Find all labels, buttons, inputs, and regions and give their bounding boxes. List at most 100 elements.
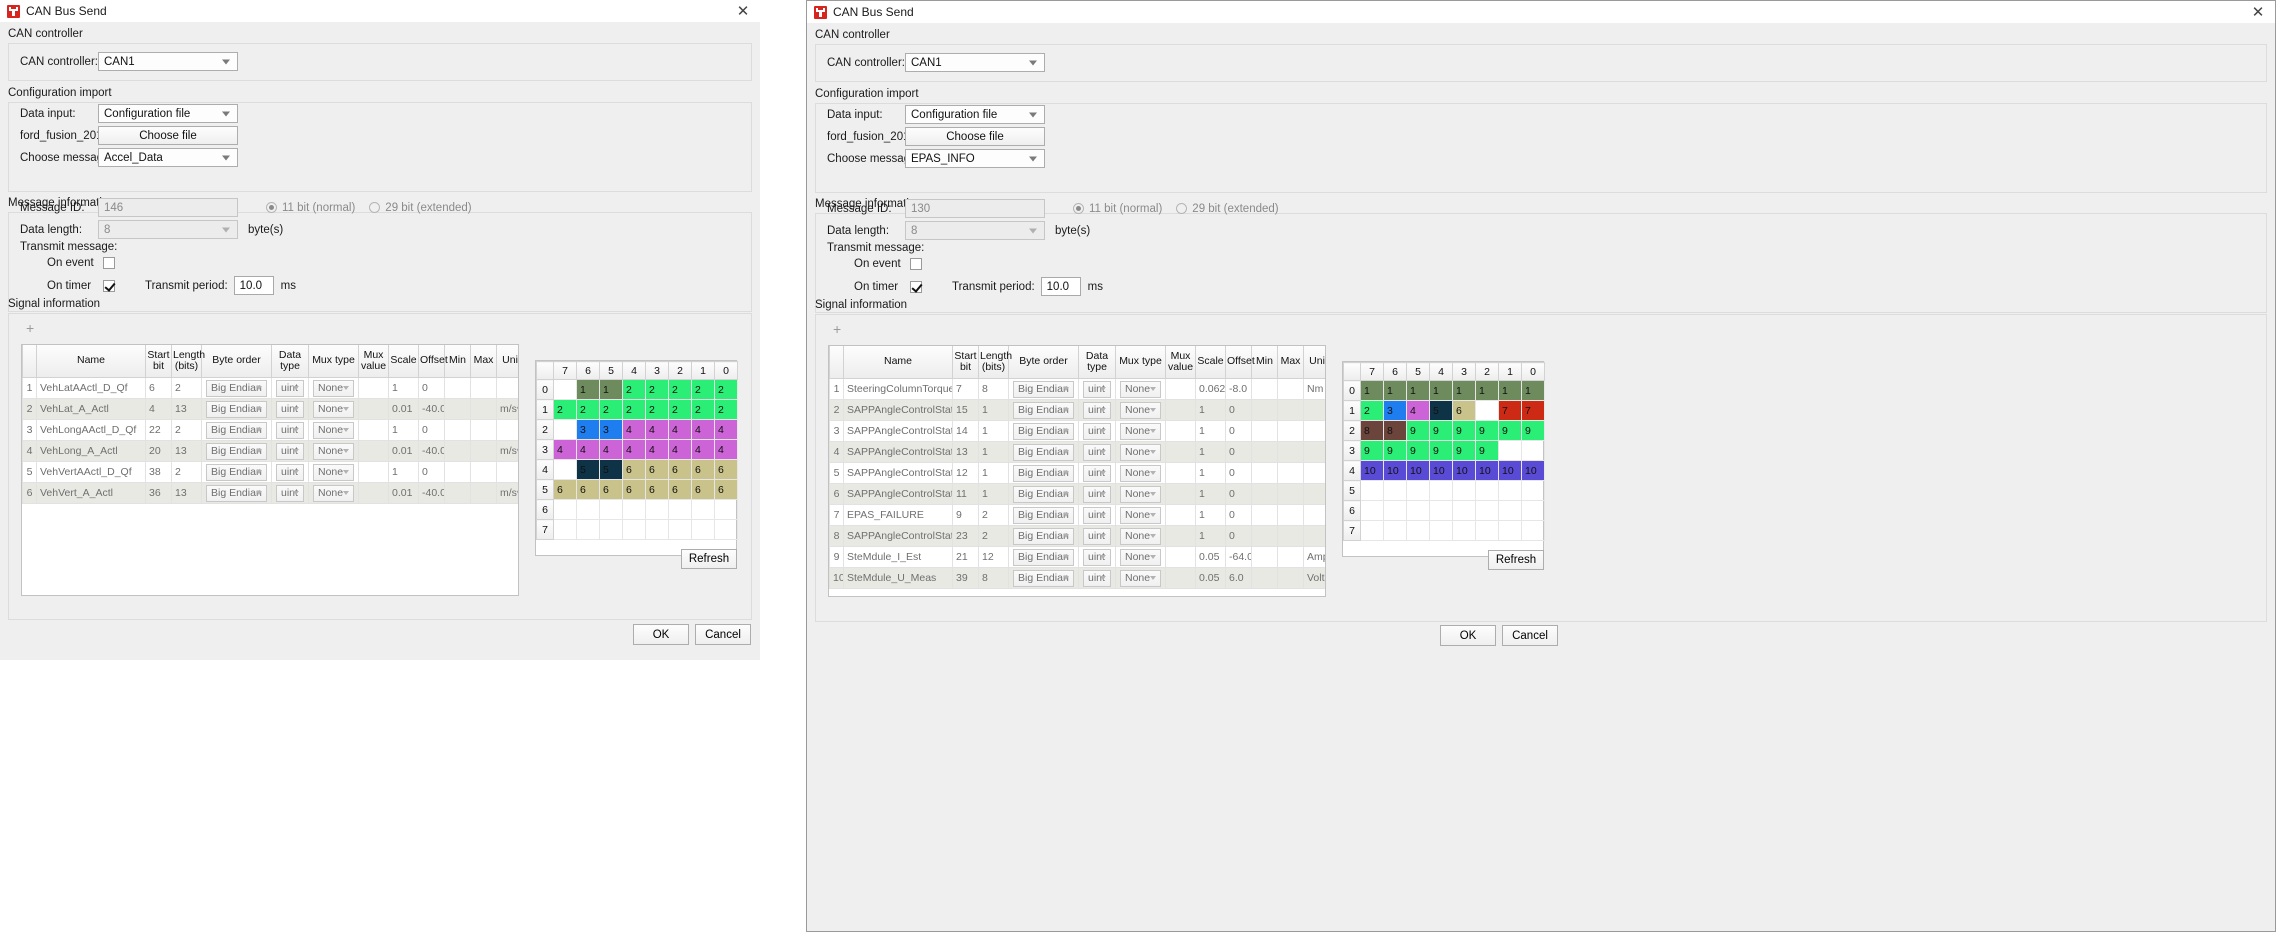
bit-cell[interactable] — [1384, 501, 1407, 521]
bit-cell[interactable]: 8 — [1361, 421, 1384, 441]
bit-cell[interactable]: 6 — [669, 460, 692, 480]
cell-mux-select[interactable]: None — [1116, 379, 1166, 400]
bit-cell[interactable]: 1 — [1361, 381, 1384, 401]
cell-mux-select[interactable]: None — [309, 378, 359, 399]
bit-cell[interactable]: 6 — [692, 480, 715, 500]
column-header[interactable]: Byte order — [202, 345, 272, 378]
bit-cell[interactable] — [1361, 481, 1384, 501]
cell-dtype-select[interactable]: uint — [1079, 421, 1116, 442]
bit-cell[interactable]: 2 — [554, 400, 577, 420]
radio-29-bit[interactable]: 29 bit (extended) — [1176, 203, 1278, 215]
ok-button[interactable]: OK — [633, 624, 689, 645]
bit-cell[interactable] — [577, 520, 600, 540]
select-data-length[interactable]: 8 — [98, 220, 238, 239]
bit-cell[interactable]: 9 — [1430, 421, 1453, 441]
bit-cell[interactable] — [1476, 401, 1499, 421]
column-header[interactable]: Byte order — [1009, 346, 1079, 379]
bit-cell[interactable]: 6 — [715, 460, 738, 480]
bit-cell[interactable]: 6 — [577, 480, 600, 500]
cell-mux-select[interactable]: None — [309, 399, 359, 420]
cell-dtype-select[interactable]: uint — [1079, 568, 1116, 589]
cell-dtype-select[interactable]: uint — [272, 483, 309, 504]
bit-cell[interactable]: 10 — [1430, 461, 1453, 481]
bit-cell[interactable] — [577, 500, 600, 520]
select-data-length[interactable]: 8 — [905, 221, 1045, 240]
cell-mux-select[interactable]: None — [1116, 442, 1166, 463]
column-header[interactable]: Mux value — [1166, 346, 1196, 379]
bit-cell[interactable]: 4 — [646, 440, 669, 460]
cell-dtype-select[interactable]: uint — [272, 441, 309, 462]
bit-cell[interactable]: 2 — [577, 400, 600, 420]
bit-cell[interactable]: 4 — [669, 440, 692, 460]
cancel-button[interactable]: Cancel — [695, 624, 751, 645]
bit-cell[interactable] — [554, 500, 577, 520]
select-data-input[interactable]: Configuration file — [98, 104, 238, 123]
column-header[interactable]: Data type — [272, 345, 309, 378]
bit-cell[interactable]: 6 — [646, 460, 669, 480]
bit-cell[interactable]: 6 — [715, 480, 738, 500]
column-header[interactable]: Unit — [497, 345, 520, 378]
add-signal-icon[interactable]: + — [833, 321, 841, 337]
cell-mux-select[interactable]: None — [1116, 505, 1166, 526]
bit-cell[interactable]: 9 — [1430, 441, 1453, 461]
bit-cell[interactable]: 4 — [669, 420, 692, 440]
cell-order-select[interactable]: Big Endian — [1009, 463, 1079, 484]
bit-cell[interactable] — [1361, 521, 1384, 541]
column-header[interactable]: Name — [844, 346, 953, 379]
bit-cell[interactable] — [669, 520, 692, 540]
bit-cell[interactable] — [1430, 521, 1453, 541]
bit-cell[interactable]: 6 — [600, 480, 623, 500]
bit-cell[interactable]: 4 — [715, 440, 738, 460]
bit-cell[interactable] — [1522, 441, 1545, 461]
bit-cell[interactable] — [554, 380, 577, 400]
bit-cell[interactable] — [715, 500, 738, 520]
bit-cell[interactable]: 5 — [577, 460, 600, 480]
bit-cell[interactable]: 1 — [1430, 381, 1453, 401]
radio-11-bit[interactable]: 11 bit (normal) — [266, 202, 355, 214]
cell-mux-select[interactable]: None — [309, 483, 359, 504]
cell-dtype-select[interactable]: uint — [1079, 463, 1116, 484]
bit-cell[interactable]: 9 — [1453, 441, 1476, 461]
bit-cell[interactable]: 2 — [623, 400, 646, 420]
cell-dtype-select[interactable]: uint — [272, 378, 309, 399]
bit-cell[interactable]: 10 — [1453, 461, 1476, 481]
cell-order-select[interactable]: Big Endian — [1009, 568, 1079, 589]
select-data-input[interactable]: Configuration file — [905, 105, 1045, 124]
cell-dtype-select[interactable]: uint — [272, 462, 309, 483]
input-message-id[interactable]: 146 — [98, 198, 238, 217]
input-transmit-period[interactable]: 10.0 — [234, 276, 274, 295]
checkbox-on-event[interactable] — [910, 258, 922, 270]
bit-cell[interactable]: 9 — [1476, 441, 1499, 461]
cell-dtype-select[interactable]: uint — [1079, 379, 1116, 400]
cell-mux-select[interactable]: None — [1116, 547, 1166, 568]
cell-order-select[interactable]: Big Endian — [202, 462, 272, 483]
column-header[interactable]: Unit — [1304, 346, 1327, 379]
column-header[interactable]: Data type — [1079, 346, 1116, 379]
bit-cell[interactable] — [623, 520, 646, 540]
column-header[interactable]: Max — [471, 345, 497, 378]
bit-cell[interactable]: 5 — [1430, 401, 1453, 421]
bit-cell[interactable]: 10 — [1361, 461, 1384, 481]
bit-cell[interactable]: 9 — [1407, 441, 1430, 461]
cell-dtype-select[interactable]: uint — [272, 420, 309, 441]
column-header[interactable]: Start bit — [146, 345, 172, 378]
bit-cell[interactable]: 7 — [1499, 401, 1522, 421]
bit-cell[interactable] — [554, 420, 577, 440]
cell-order-select[interactable]: Big Endian — [202, 483, 272, 504]
table-row[interactable]: 10SteMdule_U_Meas398Big EndianuintNone0.… — [830, 568, 1327, 589]
cell-dtype-select[interactable]: uint — [272, 399, 309, 420]
bit-cell[interactable]: 2 — [1361, 401, 1384, 421]
column-header[interactable]: Mux type — [1116, 346, 1166, 379]
table-row[interactable]: 6SAPPAngleControlStat2111Big EndianuintN… — [830, 484, 1327, 505]
bit-cell[interactable]: 10 — [1522, 461, 1545, 481]
bit-cell[interactable]: 2 — [646, 400, 669, 420]
cell-order-select[interactable]: Big Endian — [1009, 400, 1079, 421]
bit-cell[interactable]: 1 — [577, 380, 600, 400]
column-header[interactable]: Max — [1278, 346, 1304, 379]
bit-cell[interactable] — [1407, 501, 1430, 521]
bit-cell[interactable] — [646, 500, 669, 520]
bit-cell[interactable] — [554, 460, 577, 480]
bit-cell[interactable] — [1361, 501, 1384, 521]
column-header[interactable]: Offset — [419, 345, 445, 378]
cell-dtype-select[interactable]: uint — [1079, 400, 1116, 421]
